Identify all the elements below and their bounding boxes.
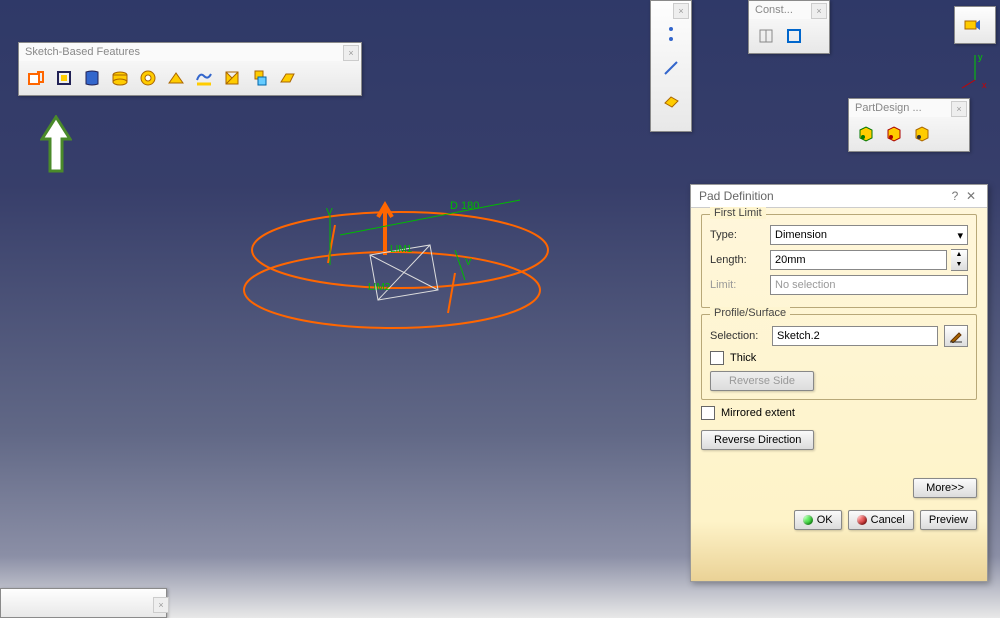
chevron-down-icon: ▾	[957, 229, 963, 242]
selection-value: Sketch.2	[777, 330, 820, 342]
bottom-toolbar: ×	[0, 588, 167, 618]
stiffener-tool[interactable]	[219, 65, 245, 91]
plane-tool[interactable]	[658, 89, 684, 115]
partdesign-tool-2[interactable]	[881, 121, 907, 147]
length-value: 20mm	[775, 254, 806, 266]
thick-checkbox-row[interactable]: Thick	[710, 351, 968, 365]
thick-label: Thick	[730, 352, 756, 364]
partdesign-tool-1[interactable]	[853, 121, 879, 147]
point-tool[interactable]	[658, 21, 684, 47]
partdesign-toolbar: PartDesign ... ×	[848, 98, 970, 152]
mirrored-label: Mirrored extent	[721, 407, 795, 419]
const-toolbar: Const... ×	[748, 0, 830, 54]
v-label-1: V	[326, 207, 333, 218]
svg-text:y: y	[978, 52, 983, 62]
v-label-2: V	[465, 257, 472, 268]
svg-text:x: x	[982, 80, 987, 90]
close-icon[interactable]: ×	[673, 3, 689, 19]
sketch-based-features-toolbar: Sketch-Based Features ×	[18, 42, 362, 96]
camera-tool[interactable]	[959, 11, 985, 37]
ok-button[interactable]: OK	[794, 510, 842, 530]
axis-indicator: y x	[960, 50, 990, 90]
dialog-title: Pad Definition	[699, 189, 947, 203]
hole-tool[interactable]	[135, 65, 161, 91]
mirrored-checkbox[interactable]	[701, 406, 715, 420]
toolbar-title: Sketch-Based Features	[19, 43, 361, 61]
reverse-direction-button[interactable]: Reverse Direction	[701, 430, 814, 450]
limit-label: Limit:	[710, 279, 766, 291]
cancel-icon	[857, 515, 867, 525]
reverse-side-button: Reverse Side	[710, 371, 814, 391]
slot-tool[interactable]	[191, 65, 217, 91]
pad-definition-dialog: Pad Definition ? ✕ First Limit Type: Dim…	[690, 184, 988, 582]
pad-tool[interactable]	[23, 65, 49, 91]
cancel-button[interactable]: Cancel	[848, 510, 914, 530]
profile-surface-group: Profile/Surface Selection: Sketch.2 Thic…	[701, 314, 977, 400]
constraint-tool-1[interactable]	[753, 23, 779, 49]
help-icon[interactable]: ?	[947, 189, 963, 203]
solid-combine-tool[interactable]	[247, 65, 273, 91]
limit-value: No selection	[775, 279, 836, 291]
close-icon[interactable]: ×	[811, 3, 827, 19]
close-icon[interactable]: ×	[153, 597, 169, 613]
groove-tool[interactable]	[107, 65, 133, 91]
selection-label: Selection:	[710, 330, 768, 342]
thick-checkbox[interactable]	[710, 351, 724, 365]
more-button[interactable]: More>>	[913, 478, 977, 498]
close-icon[interactable]: ✕	[963, 189, 979, 203]
rib-tool[interactable]	[163, 65, 189, 91]
viewport-sketch-preview: D 180 LIM1 LIM2 V V	[240, 195, 560, 345]
close-icon[interactable]: ×	[343, 45, 359, 61]
lim2-label: LIM2	[368, 282, 391, 293]
view-toolbar	[954, 6, 996, 44]
drafted-pad-tool[interactable]	[51, 65, 77, 91]
type-value: Dimension	[775, 229, 827, 241]
line-toolbar: ×	[650, 0, 692, 132]
line-tool[interactable]	[658, 55, 684, 81]
length-input[interactable]: 20mm	[770, 250, 947, 270]
ok-icon	[803, 515, 813, 525]
profile-legend: Profile/Surface	[710, 307, 790, 319]
length-label: Length:	[710, 254, 766, 266]
lim1-label: LIM1	[390, 244, 413, 255]
preview-button[interactable]: Preview	[920, 510, 977, 530]
sketch-edit-button[interactable]	[944, 325, 968, 347]
first-limit-legend: First Limit	[710, 207, 766, 219]
multi-sections-tool[interactable]	[275, 65, 301, 91]
limit-input: No selection	[770, 275, 968, 295]
selection-input[interactable]: Sketch.2	[772, 326, 938, 346]
pocket-tool[interactable]	[79, 65, 105, 91]
constraint-tool-2[interactable]	[781, 23, 807, 49]
partdesign-tool-3[interactable]	[909, 121, 935, 147]
dialog-titlebar[interactable]: Pad Definition ? ✕	[691, 185, 987, 208]
dim-label: D 180	[450, 200, 479, 212]
type-label: Type:	[710, 229, 766, 241]
close-icon[interactable]: ×	[951, 101, 967, 117]
type-select[interactable]: Dimension ▾	[770, 225, 968, 245]
mirrored-checkbox-row[interactable]: Mirrored extent	[701, 406, 977, 420]
first-limit-group: First Limit Type: Dimension ▾ Length: 20…	[701, 214, 977, 308]
length-spinner[interactable]: ▲▼	[951, 249, 968, 271]
highlight-arrow-icon	[40, 115, 72, 178]
